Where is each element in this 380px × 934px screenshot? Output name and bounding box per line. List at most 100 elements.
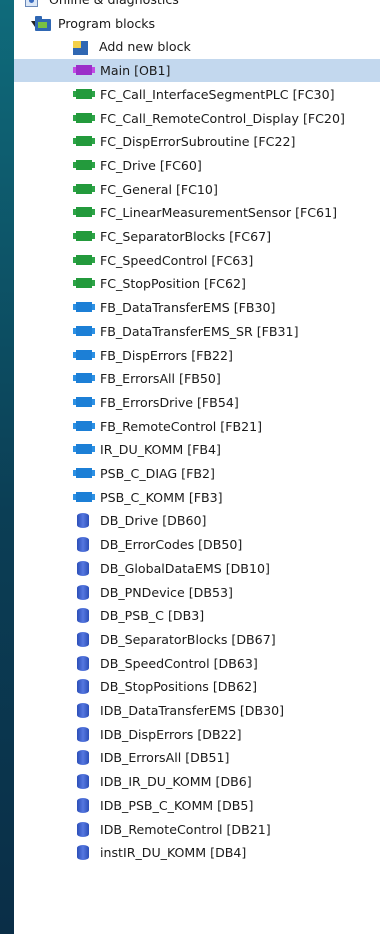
tree-item-label: IDB_DataTransferEMS [DB30]: [100, 703, 285, 718]
tree-item[interactable]: FC_DispErrorSubroutine [FC22]: [14, 130, 380, 153]
tree-item[interactable]: DB_PNDevice [DB53]: [14, 581, 380, 604]
add-block-icon: [73, 41, 88, 56]
tree-item-label: IDB_ErrorsAll [DB51]: [100, 750, 230, 766]
diagnostics-icon: [25, 0, 38, 7]
tree-item-label: DB_ErrorCodes [DB50]: [100, 537, 243, 553]
tree-item-label: DB_PNDevice [DB53]: [100, 584, 233, 600]
function-icon: [73, 278, 95, 289]
tree-item-label: FC_Drive [FC60]: [100, 157, 202, 173]
tree-item-label: FC_SeparatorBlocks [FC67]: [100, 229, 272, 244]
tree-item[interactable]: FB_ErrorsAll [FB50]: [14, 367, 380, 390]
data-block-icon: [77, 537, 89, 553]
data-block-icon: [77, 655, 89, 671]
tree-item[interactable]: DB_ErrorCodes [DB50]: [14, 533, 380, 556]
tree-item[interactable]: PSB_C_DIAG [FB2]: [14, 462, 380, 485]
tree-item[interactable]: FC_SeparatorBlocks [FC67]: [14, 225, 380, 248]
data-block-icon: [77, 584, 89, 600]
tree-item[interactable]: Add new block: [14, 35, 380, 58]
function-block-icon: [73, 396, 95, 407]
tree-item-label: FB_DispErrors [FB22]: [100, 347, 233, 363]
folder-icon: [35, 15, 51, 31]
tree-item[interactable]: IDB_PSB_C_KOMM [DB5]: [14, 794, 380, 817]
function-block-icon: [73, 373, 95, 384]
tree-item-label: IDB_RemoteControl [DB21]: [100, 821, 271, 837]
data-block-icon: [77, 797, 89, 813]
tree-item[interactable]: IDB_ErrorsAll [DB51]: [14, 746, 380, 769]
tree-item-label: FC_General [FC10]: [100, 181, 218, 197]
tree-item[interactable]: FB_DataTransferEMS_SR [FB31]: [14, 320, 380, 343]
tree-item-label: DB_StopPositions [DB62]: [100, 679, 258, 695]
data-block-icon: [77, 703, 89, 718]
data-block-icon: [77, 560, 89, 576]
tree-item[interactable]: FC_Drive [FC60]: [14, 154, 380, 177]
tree-item-label: FC_SpeedControl [FC63]: [100, 252, 254, 268]
tree-item[interactable]: IR_DU_KOMM [FB4]: [14, 438, 380, 461]
data-block-icon: [77, 679, 89, 695]
tree-item[interactable]: DB_StopPositions [DB62]: [14, 675, 380, 698]
tree-item[interactable]: PSB_C_KOMM [FB3]: [14, 486, 380, 509]
tree-item-label: FB_ErrorsAll [FB50]: [100, 371, 221, 387]
tree-item[interactable]: FC_LinearMeasurementSensor [FC61]: [14, 201, 380, 224]
tree-item[interactable]: IDB_DataTransferEMS [DB30]: [14, 699, 380, 722]
tree-item[interactable]: FB_RemoteControl [FB21]: [14, 415, 380, 438]
function-block-icon: [73, 491, 95, 502]
data-block-icon: [77, 726, 89, 742]
tree-item-label: FC_StopPosition [FC62]: [100, 276, 246, 292]
tree-item[interactable]: DB_SpeedControl [DB63]: [14, 652, 380, 675]
tree-item-label: IDB_DispErrors [DB22]: [100, 726, 242, 742]
tree-item[interactable]: Online & diagnostics: [14, 0, 380, 11]
tree-item-label: DB_PSB_C [DB3]: [100, 608, 205, 624]
tree-item[interactable]: DB_SeparatorBlocks [DB67]: [14, 628, 380, 651]
tree-item[interactable]: IDB_DispErrors [DB22]: [14, 723, 380, 746]
function-icon: [73, 112, 95, 123]
tree-item[interactable]: Main [OB1]: [14, 59, 380, 83]
tree-item-label: Add new block: [99, 39, 191, 55]
function-icon: [73, 231, 95, 241]
tree-item[interactable]: FB_ErrorsDrive [FB54]: [14, 391, 380, 414]
tree-item[interactable]: Program blocks: [14, 12, 380, 35]
data-block-icon: [77, 513, 89, 529]
tree-item-label: Online & diagnostics: [49, 0, 179, 11]
tree-item-label: FB_DataTransferEMS_SR [FB31]: [100, 323, 299, 339]
tree-item-label: DB_GlobalDataEMS [DB10]: [100, 560, 270, 576]
organization-block-icon: [73, 65, 95, 76]
tree-item[interactable]: instIR_DU_KOMM [DB4]: [14, 841, 380, 864]
data-block-icon: [77, 845, 89, 861]
function-icon: [73, 88, 95, 99]
tree-item-label: FB_DataTransferEMS [FB30]: [100, 300, 276, 316]
function-block-icon: [73, 325, 95, 336]
tree-item-label: IDB_PSB_C_KOMM [DB5]: [100, 797, 254, 813]
tree-item-label: DB_SpeedControl [DB63]: [100, 655, 258, 671]
tree-item-label: DB_SeparatorBlocks [DB67]: [100, 631, 276, 647]
tree-item[interactable]: DB_GlobalDataEMS [DB10]: [14, 557, 380, 580]
tree-item[interactable]: DB_PSB_C [DB3]: [14, 604, 380, 627]
data-block-icon: [77, 750, 89, 766]
project-tree-panel: Online & diagnostics Program blocks Add ne…: [14, 0, 380, 934]
tree-item[interactable]: FC_General [FC10]: [14, 178, 380, 201]
function-icon: [73, 254, 95, 265]
data-block-icon: [77, 608, 89, 624]
tree-item[interactable]: FC_Call_InterfaceSegmentPLC [FC30]: [14, 83, 380, 106]
tree-item[interactable]: FC_Call_RemoteControl_Display [FC20]: [14, 107, 380, 130]
data-block-icon: [77, 821, 89, 837]
tree-item[interactable]: FC_StopPosition [FC62]: [14, 272, 380, 295]
function-block-icon: [73, 444, 95, 455]
tree-item-label: instIR_DU_KOMM [DB4]: [100, 845, 247, 861]
tree-item[interactable]: IDB_IR_DU_KOMM [DB6]: [14, 770, 380, 793]
function-block-icon: [73, 349, 95, 360]
tree-item-label: Program blocks: [58, 15, 156, 31]
tree-item-label: FC_LinearMeasurementSensor [FC61]: [100, 205, 337, 221]
tree-item-label: IDB_IR_DU_KOMM [DB6]: [100, 774, 252, 790]
tree-item[interactable]: IDB_RemoteControl [DB21]: [14, 818, 380, 841]
tree-item[interactable]: DB_Drive [DB60]: [14, 509, 380, 532]
tree-item[interactable]: FC_SpeedControl [FC63]: [14, 249, 380, 272]
tree-item[interactable]: FB_DispErrors [FB22]: [14, 344, 380, 367]
function-block-icon: [73, 468, 95, 478]
tree-item-label: PSB_C_KOMM [FB3]: [100, 489, 223, 505]
tree-item[interactable]: FB_DataTransferEMS [FB30]: [14, 296, 380, 319]
tree-item-label: PSB_C_DIAG [FB2]: [100, 466, 215, 481]
function-icon: [73, 159, 95, 170]
function-icon: [73, 183, 95, 194]
tree-item-label: Main [OB1]: [100, 63, 171, 79]
tree-item-label: FC_DispErrorSubroutine [FC22]: [100, 134, 296, 150]
